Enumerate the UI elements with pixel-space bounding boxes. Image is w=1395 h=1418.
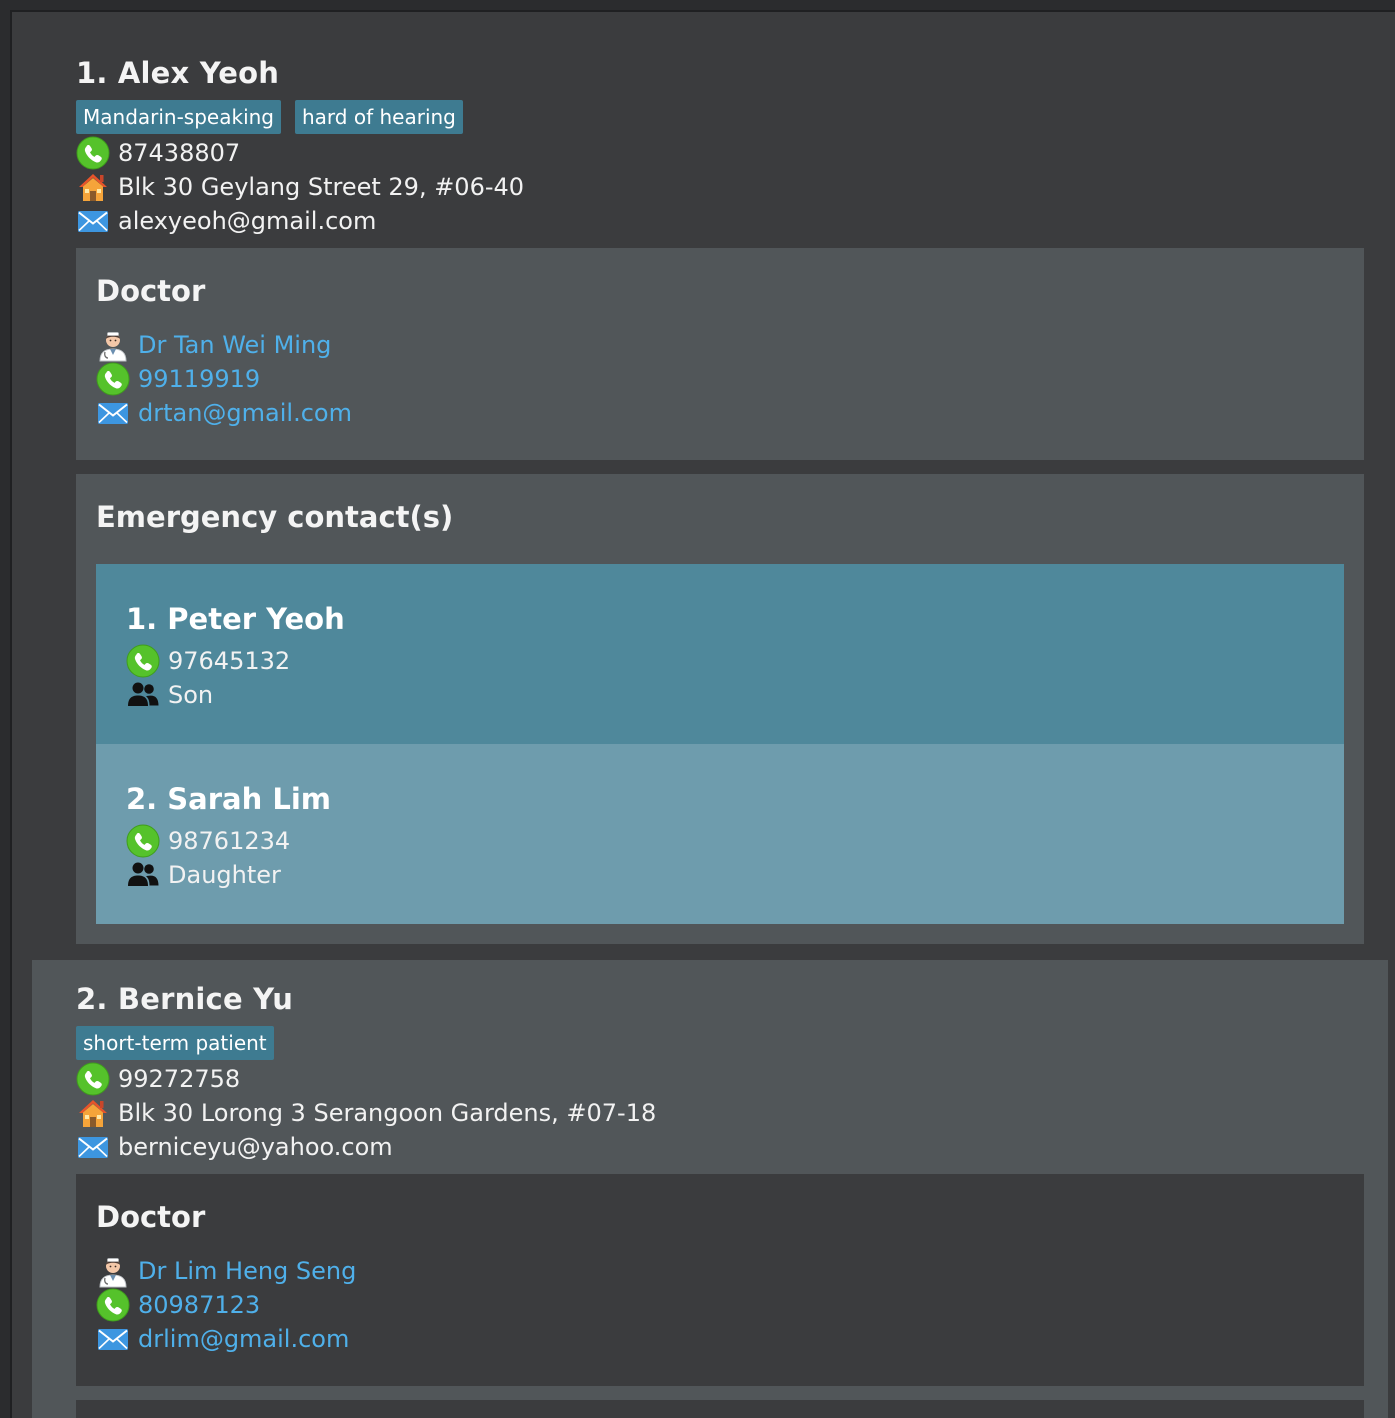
doctor-phone-row[interactable]: 80987123 bbox=[96, 1288, 260, 1322]
emergency-contact-phone: 98761234 bbox=[168, 827, 291, 855]
patient-card[interactable]: 1. Alex Yeoh Mandarin-speaking hard of h… bbox=[32, 34, 1388, 956]
patient-address-row: Blk 30 Geylang Street 29, #06-40 bbox=[76, 170, 524, 204]
phone-icon bbox=[126, 644, 160, 678]
patient-list[interactable]: 1. Alex Yeoh Mandarin-speaking hard of h… bbox=[12, 12, 1395, 1418]
doctor-name-row[interactable]: Dr Tan Wei Ming bbox=[96, 328, 331, 362]
emergency-contact-phone-row: 97645132 bbox=[126, 644, 290, 678]
patient-tags: short-term patient bbox=[76, 1026, 274, 1060]
doctor-icon bbox=[96, 1254, 130, 1288]
patient-email: alexyeoh@gmail.com bbox=[118, 207, 377, 235]
patient-card-selected[interactable]: 2. Bernice Yu short-term patient 9927275… bbox=[32, 960, 1388, 1418]
doctor-email-row[interactable]: drtan@gmail.com bbox=[96, 396, 352, 430]
emergency-contact-name: 2. Sarah Lim bbox=[126, 782, 331, 816]
people-icon bbox=[126, 858, 160, 892]
emergency-contact-card[interactable]: 1. Peter Yeoh 97645132 Son bbox=[96, 564, 1344, 744]
home-icon bbox=[76, 1096, 110, 1130]
tag: Mandarin-speaking bbox=[76, 100, 281, 134]
emergency-contact-phone: 97645132 bbox=[168, 647, 291, 675]
patient-address-row: Blk 30 Lorong 3 Serangoon Gardens, #07-1… bbox=[76, 1096, 656, 1130]
phone-icon bbox=[96, 1288, 130, 1322]
people-icon bbox=[126, 678, 160, 712]
doctor-name[interactable]: Dr Tan Wei Ming bbox=[138, 331, 331, 359]
patient-name: 1. Alex Yeoh bbox=[76, 56, 280, 90]
emergency-contact-relationship-row: Son bbox=[126, 678, 213, 712]
doctor-name[interactable]: Dr Lim Heng Seng bbox=[138, 1257, 356, 1285]
patient-tags: Mandarin-speaking hard of hearing bbox=[76, 100, 463, 134]
doctor-phone[interactable]: 99119919 bbox=[138, 365, 260, 393]
tag: hard of hearing bbox=[295, 100, 463, 134]
emergency-heading: Emergency contact(s) bbox=[96, 500, 454, 534]
doctor-heading: Doctor bbox=[96, 274, 206, 308]
emergency-contact-phone-row: 98761234 bbox=[126, 824, 290, 858]
doctor-email-row[interactable]: drlim@gmail.com bbox=[96, 1322, 349, 1356]
patient-address: Blk 30 Geylang Street 29, #06-40 bbox=[118, 173, 525, 201]
emergency-contact-relationship: Daughter bbox=[168, 861, 281, 889]
doctor-name-row[interactable]: Dr Lim Heng Seng bbox=[96, 1254, 356, 1288]
email-icon bbox=[96, 1322, 130, 1356]
phone-icon bbox=[76, 136, 110, 170]
home-icon bbox=[76, 170, 110, 204]
emergency-contact-card[interactable]: 2. Sarah Lim 98761234 Daughter bbox=[96, 744, 1344, 924]
emergency-panel-partial bbox=[76, 1400, 1364, 1418]
doctor-email[interactable]: drtan@gmail.com bbox=[138, 399, 352, 427]
patient-email-row: berniceyu@yahoo.com bbox=[76, 1130, 393, 1164]
patient-email-row: alexyeoh@gmail.com bbox=[76, 204, 376, 238]
email-icon bbox=[96, 396, 130, 430]
emergency-contact-relationship-row: Daughter bbox=[126, 858, 281, 892]
phone-icon bbox=[76, 1062, 110, 1096]
doctor-email[interactable]: drlim@gmail.com bbox=[138, 1325, 349, 1353]
phone-icon bbox=[126, 824, 160, 858]
email-icon bbox=[76, 1130, 110, 1164]
emergency-panel: Emergency contact(s) 1. Peter Yeoh 97645… bbox=[76, 474, 1364, 944]
patient-phone-row: 99272758 bbox=[76, 1062, 240, 1096]
doctor-phone-row[interactable]: 99119919 bbox=[96, 362, 260, 396]
patient-phone: 87438807 bbox=[118, 139, 241, 167]
patient-address: Blk 30 Lorong 3 Serangoon Gardens, #07-1… bbox=[118, 1099, 657, 1127]
doctor-panel: Doctor Dr Lim Heng Seng 80987123 drlim@g… bbox=[76, 1174, 1364, 1386]
tag: short-term patient bbox=[76, 1026, 274, 1060]
top-border bbox=[0, 0, 1395, 12]
doctor-phone[interactable]: 80987123 bbox=[138, 1291, 260, 1319]
patient-phone: 99272758 bbox=[118, 1065, 241, 1093]
doctor-heading: Doctor bbox=[96, 1200, 206, 1234]
emergency-contact-name: 1. Peter Yeoh bbox=[126, 602, 345, 636]
doctor-icon bbox=[96, 328, 130, 362]
patient-phone-row: 87438807 bbox=[76, 136, 240, 170]
patient-name: 2. Bernice Yu bbox=[76, 982, 294, 1016]
doctor-panel: Doctor Dr Tan Wei Ming 99119919 drtan@gm… bbox=[76, 248, 1364, 460]
emergency-contact-relationship: Son bbox=[168, 681, 214, 709]
left-gutter bbox=[0, 10, 12, 1418]
email-icon bbox=[76, 204, 110, 238]
phone-icon bbox=[96, 362, 130, 396]
patient-email: berniceyu@yahoo.com bbox=[118, 1133, 393, 1161]
